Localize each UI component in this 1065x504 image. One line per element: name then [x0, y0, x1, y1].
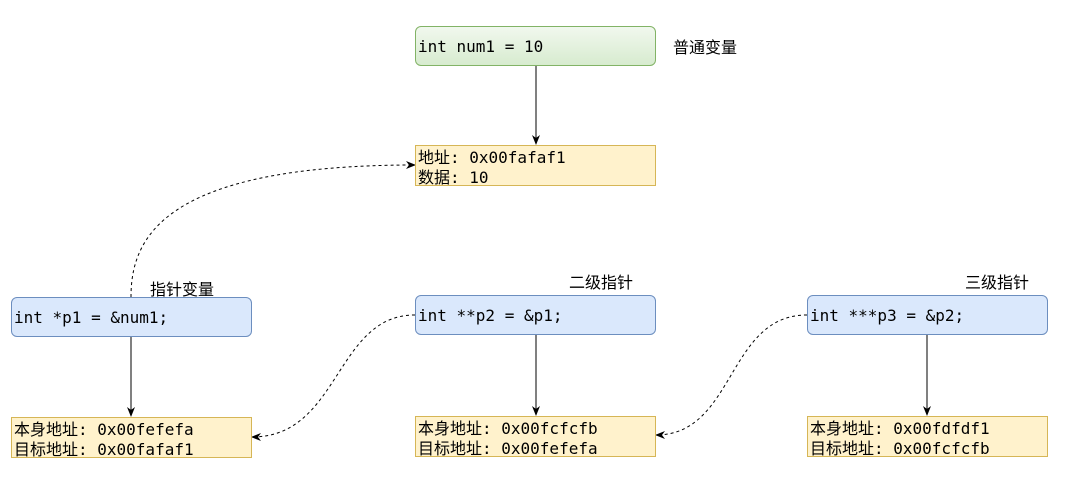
p2-target-address-line: 目标地址: 0x00fefefa [418, 439, 598, 458]
p1-code: int *p1 = &num1; [14, 307, 169, 327]
p3-self-address-line: 本身地址: 0x00fdfdf1 [810, 419, 990, 438]
p1-memory-box: 本身地址: 0x00fefefa 目标地址: 0x00fafaf1 [11, 417, 252, 459]
dashed-arrow-p3-to-p2-address [655, 314, 808, 439]
p2-code: int **p2 = &p1; [418, 305, 563, 325]
triple-pointer-caption: 三级指针 [965, 273, 1030, 292]
p2-declaration-box: int **p2 = &p1; [415, 295, 656, 335]
normal-variable-caption: 普通变量 [673, 38, 738, 57]
p3-memory-box: 本身地址: 0x00fdfdf1 目标地址: 0x00fcfcfb [807, 416, 1048, 458]
p3-declaration-box: int ***p3 = &p2; [807, 295, 1048, 335]
num1-declaration-box: int num1 = 10 [415, 26, 656, 66]
p3-target-address-line: 目标地址: 0x00fcfcfb [810, 439, 990, 458]
p1-self-address-line: 本身地址: 0x00fefefa [14, 420, 194, 439]
num1-data-line: 数据: 10 [418, 168, 489, 187]
num1-code: int num1 = 10 [418, 36, 544, 56]
p2-memory-box: 本身地址: 0x00fcfcfb 目标地址: 0x00fefefa [415, 416, 656, 458]
double-pointer-caption: 二级指针 [569, 273, 634, 292]
num1-address-line: 地址: 0x00fafaf1 [418, 148, 566, 167]
dashed-arrow-p2-to-p1-address [251, 314, 416, 441]
p1-target-address-line: 目标地址: 0x00fafaf1 [14, 440, 194, 459]
p2-self-address-line: 本身地址: 0x00fcfcfb [418, 419, 598, 438]
num1-memory-box: 地址: 0x00fafaf1 数据: 10 [415, 145, 656, 187]
p1-declaration-box: int *p1 = &num1; [11, 297, 252, 337]
p3-code: int ***p3 = &p2; [810, 305, 965, 325]
